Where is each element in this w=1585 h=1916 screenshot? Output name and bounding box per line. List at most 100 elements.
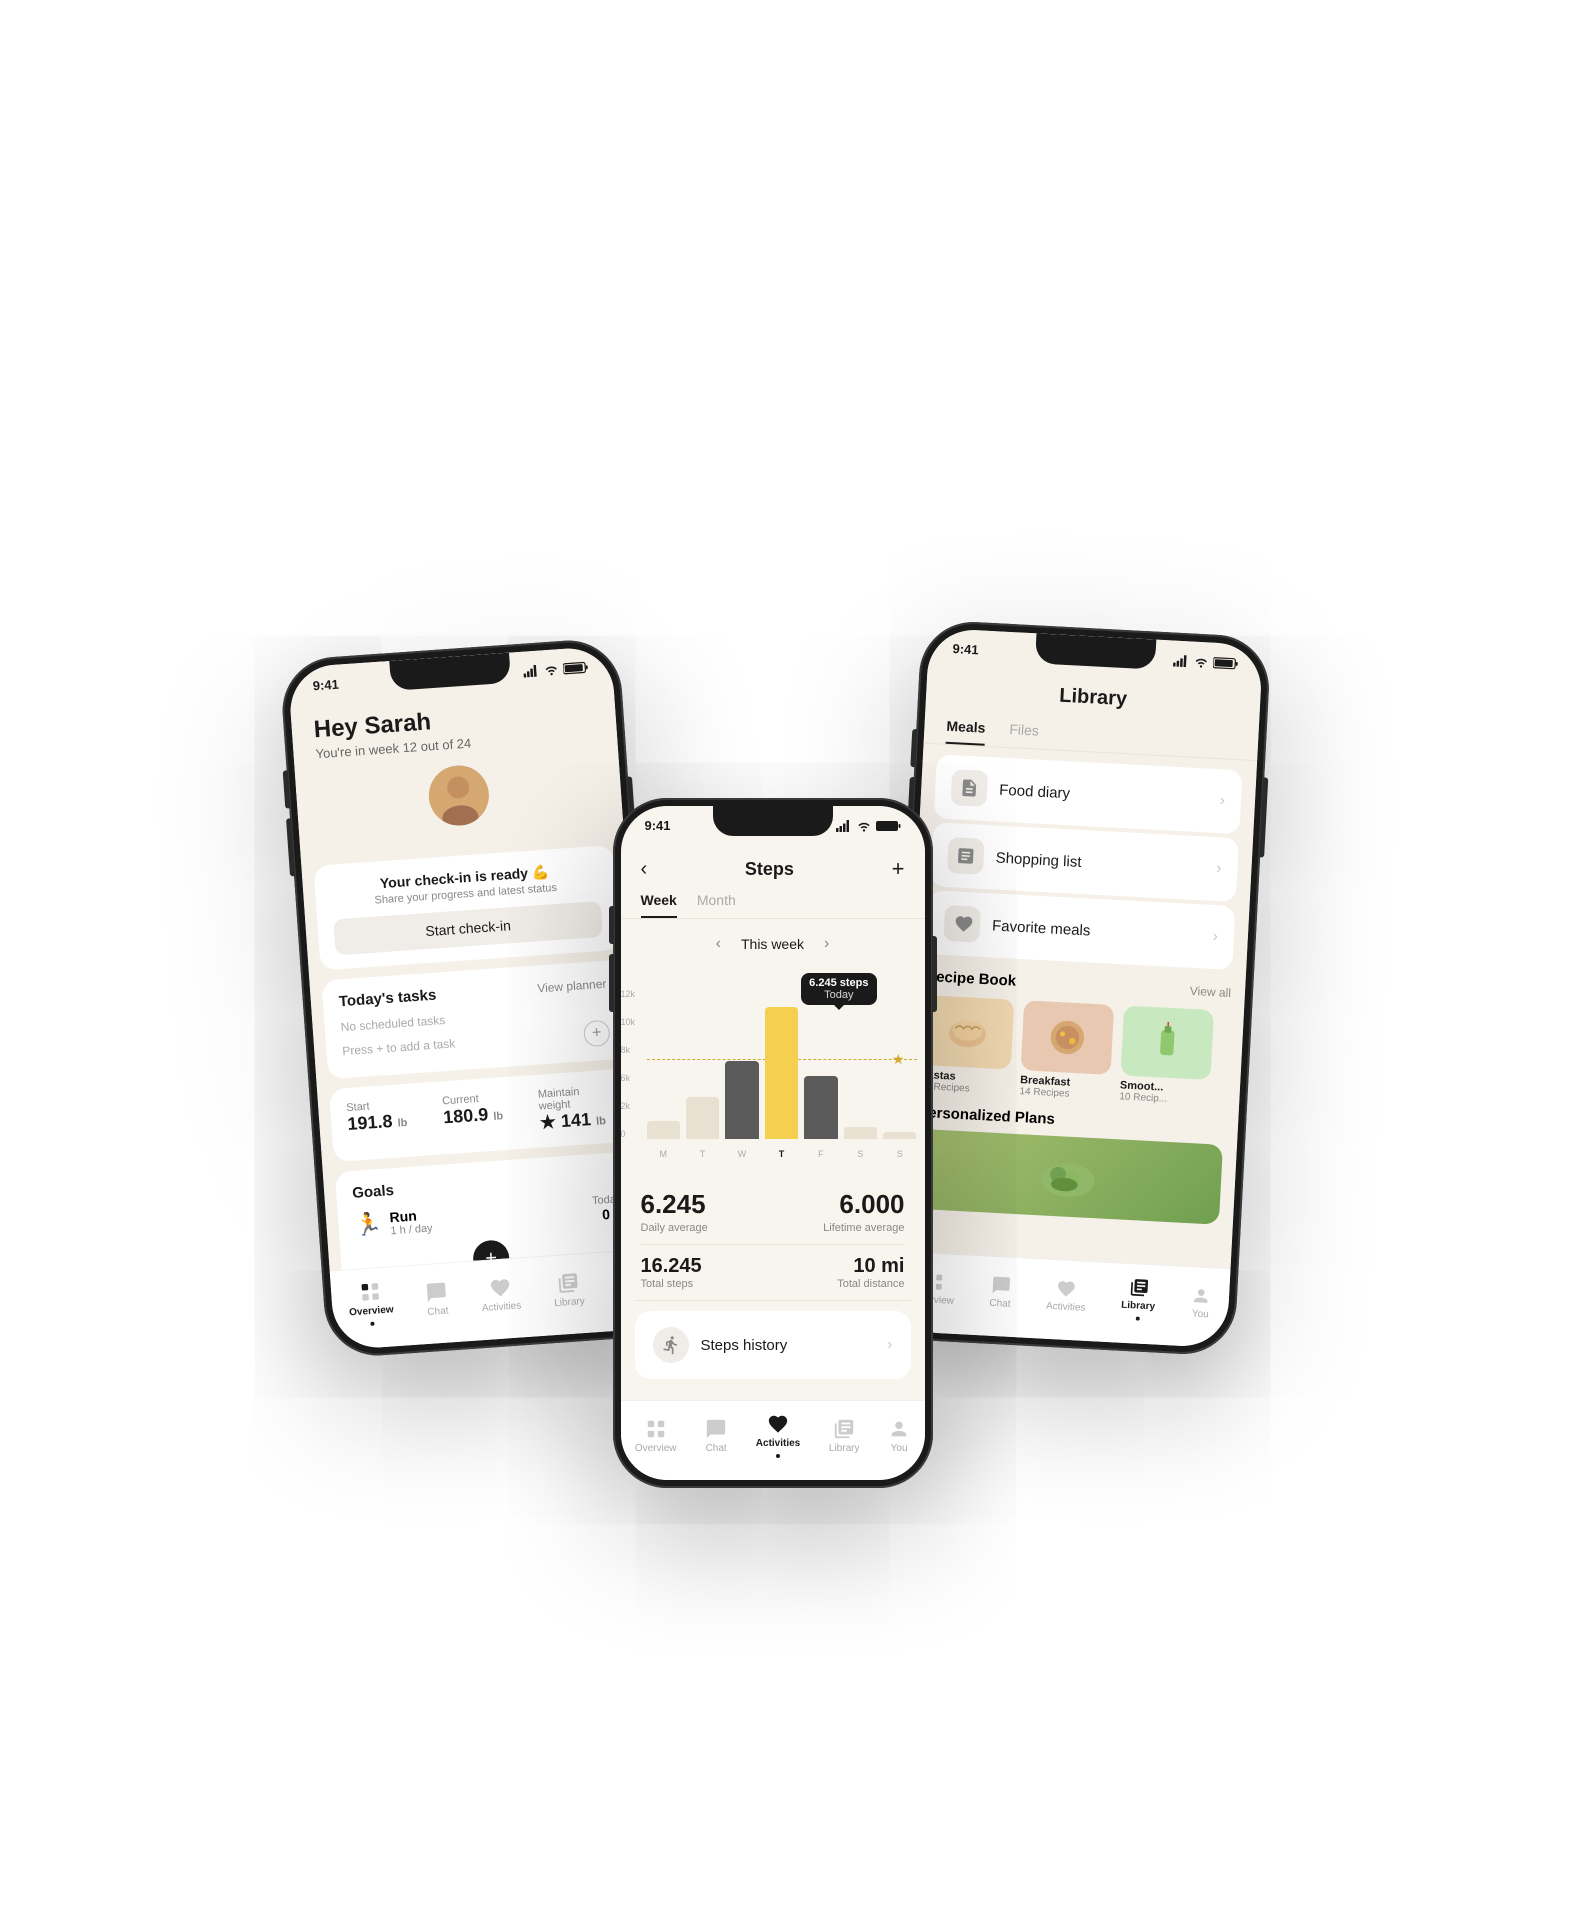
add-steps-button[interactable]: + xyxy=(892,856,905,882)
nav-library-label: Library xyxy=(553,1295,584,1308)
daily-avg-label: Daily average xyxy=(641,1222,708,1234)
bar-thu xyxy=(765,989,798,1139)
nav-activities-center[interactable]: Activities xyxy=(756,1413,800,1458)
breakfast-svg xyxy=(1041,1011,1094,1064)
week-label: This week xyxy=(741,936,804,952)
time-left: 9:41 xyxy=(312,677,339,694)
you-icon-r xyxy=(1190,1285,1211,1306)
nav-activities-left[interactable]: Activities xyxy=(479,1275,521,1314)
vol-down-center[interactable] xyxy=(609,954,614,1012)
steps-stats2: 16.245 Total steps 10 mi Total distance xyxy=(621,1245,925,1300)
nav-chat-right[interactable]: Chat xyxy=(989,1274,1012,1309)
shopping-list-label: Shopping list xyxy=(995,849,1082,870)
recipe-book-title: Recipe Book xyxy=(924,968,1016,990)
favorite-icon-svg xyxy=(951,913,972,934)
add-task-hint: Press + to add a task xyxy=(341,1036,455,1058)
recipe-section: Recipe Book View all xyxy=(905,957,1246,1114)
library-app: 9:41 Library M xyxy=(892,628,1262,1349)
nav-library-left[interactable]: Library xyxy=(552,1271,585,1309)
goals-title: Goals xyxy=(351,1182,394,1202)
recipe-breakfast[interactable]: Breakfast 14 Recipes xyxy=(1019,1000,1114,1102)
daily-avg-val: 6.245 xyxy=(641,1189,708,1220)
personalized-banner[interactable] xyxy=(913,1129,1223,1225)
overview-content: Hey Sarah You're in week 12 out of 24 xyxy=(287,646,653,1281)
volume-up-btn[interactable] xyxy=(282,770,290,808)
favorite-chevron: › xyxy=(1212,928,1218,946)
nav-you-right[interactable]: You xyxy=(1190,1285,1212,1320)
phone-center: 9:41 ‹ Steps + xyxy=(613,798,933,1488)
nav-you-center[interactable]: You xyxy=(888,1418,910,1454)
nav-activities-label-r: Activities xyxy=(1045,1300,1085,1313)
screenshot: 9:41 Hey Sarah You're in week 12 out of … xyxy=(0,0,1585,1916)
prev-week-button[interactable]: ‹ xyxy=(716,935,721,953)
phone-right-screen: 9:41 Library M xyxy=(892,628,1262,1349)
chart-area: 6.245 steps Today 12k 10k 8k 6k 2k 0 xyxy=(621,969,925,1169)
phone-right: 9:41 Library M xyxy=(884,619,1271,1356)
favorite-meals-item[interactable]: Favorite meals › xyxy=(926,890,1235,970)
diary-icon-svg xyxy=(958,778,979,799)
recipe-cards: Pastas 20 Recipes xyxy=(919,995,1230,1108)
weight-current: Current 180.9 lb xyxy=(441,1090,520,1140)
lifetime-avg-stat: 6.000 Lifetime average xyxy=(823,1189,904,1234)
nav-activities-label: Activities xyxy=(481,1300,521,1314)
chat-icon-r xyxy=(990,1274,1011,1295)
nav-library-label-c: Library xyxy=(829,1443,860,1454)
chat-icon xyxy=(424,1280,447,1303)
tab-week[interactable]: Week xyxy=(641,892,677,918)
nav-chat-center[interactable]: Chat xyxy=(705,1418,727,1454)
vol-up-right[interactable] xyxy=(910,729,917,767)
view-all-link[interactable]: View all xyxy=(1189,983,1231,999)
overview-icon xyxy=(358,1280,381,1303)
battery-icon xyxy=(562,661,588,675)
nav-indicator xyxy=(370,1322,374,1326)
power-right[interactable] xyxy=(1259,777,1268,857)
wifi-icon xyxy=(542,663,559,676)
steps-history-card[interactable]: Steps history › xyxy=(635,1311,911,1379)
personalized-section: Personalized Plans xyxy=(898,1097,1238,1231)
personalized-img xyxy=(1026,1145,1109,1209)
nav-library-center[interactable]: Library xyxy=(829,1418,860,1454)
signal-icon xyxy=(522,664,539,677)
nav-overview-left[interactable]: Overview xyxy=(347,1279,395,1327)
nav-overview-center[interactable]: Overview xyxy=(635,1418,677,1454)
tooltip-val: 6.245 steps xyxy=(809,977,868,989)
notch-center xyxy=(713,806,833,836)
shopping-icon-svg xyxy=(955,845,976,866)
y-axis: 12k 10k 8k 6k 2k 0 xyxy=(621,989,636,1139)
food-diary-item[interactable]: Food diary › xyxy=(933,754,1242,834)
total-steps-val: 16.245 xyxy=(641,1255,702,1278)
add-task-button[interactable]: + xyxy=(582,1020,610,1048)
steps-title: Steps xyxy=(745,859,794,880)
tab-meals[interactable]: Meals xyxy=(945,718,985,746)
nav-library-right[interactable]: Library xyxy=(1120,1277,1156,1322)
battery-icon-c xyxy=(876,820,901,832)
back-button[interactable]: ‹ xyxy=(641,858,648,881)
start-checkin-button[interactable]: Start check-in xyxy=(333,901,603,956)
tab-files[interactable]: Files xyxy=(1008,721,1039,749)
shopping-list-item[interactable]: Shopping list › xyxy=(930,822,1239,902)
total-dist-label: Total distance xyxy=(837,1278,904,1290)
power-center[interactable] xyxy=(932,936,937,1012)
tab-month[interactable]: Month xyxy=(697,892,736,918)
view-planner-link[interactable]: View planner xyxy=(536,976,606,995)
footsteps-icon xyxy=(661,1335,681,1355)
volume-down-btn[interactable] xyxy=(286,818,295,876)
wifi-icon-c xyxy=(856,820,872,832)
goal-info: 🏃 Run 1 h / day xyxy=(353,1206,432,1239)
nav-chat-label-r: Chat xyxy=(989,1297,1011,1309)
bar-fri xyxy=(804,989,837,1139)
steps-stats: 6.245 Daily average 6.000 Lifetime avera… xyxy=(621,1179,925,1244)
nav-chat-label: Chat xyxy=(426,1305,448,1317)
weight-card: Start 191.8 lb Current 180.9 lb Maintain… xyxy=(329,1068,633,1162)
daily-avg-stat: 6.245 Daily average xyxy=(641,1189,708,1234)
activities-icon xyxy=(488,1276,511,1299)
nav-activities-right[interactable]: Activities xyxy=(1045,1277,1086,1313)
nav-indicator-r xyxy=(1135,1316,1139,1320)
favorite-meals-label: Favorite meals xyxy=(991,917,1090,939)
food-diary-icon xyxy=(950,769,988,807)
vol-up-center[interactable] xyxy=(609,906,614,944)
total-steps-label: Total steps xyxy=(641,1278,702,1290)
next-week-button[interactable]: › xyxy=(824,935,829,953)
nav-chat-left[interactable]: Chat xyxy=(424,1280,448,1317)
recipe-smoothie[interactable]: Smoot... 10 Recip... xyxy=(1119,1005,1214,1107)
